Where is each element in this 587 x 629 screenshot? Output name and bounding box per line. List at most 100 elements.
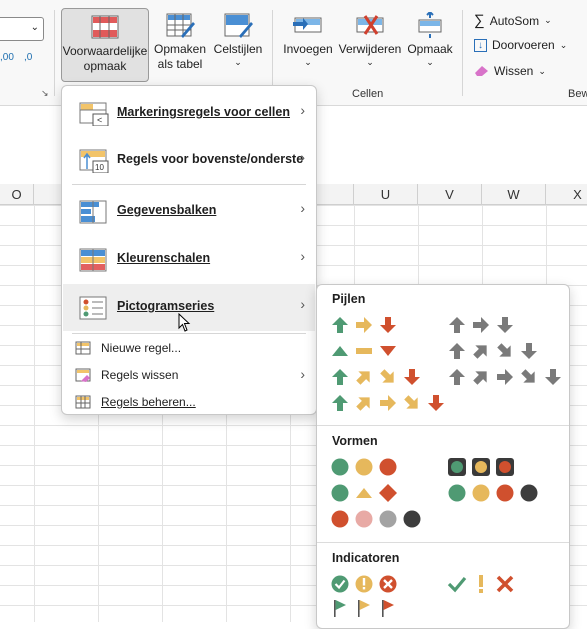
number-format-dropdown[interactable]: ⌄ <box>0 17 44 41</box>
icon-set-4-arrows-gray[interactable] <box>447 341 539 363</box>
autosum-label: AutoSom <box>489 13 540 28</box>
arrow-down-icon <box>545 369 561 385</box>
icon-set-4-arrows-colored[interactable] <box>330 367 422 389</box>
circle-icon <box>472 484 490 502</box>
menu-item-color-scales[interactable]: Kleurenschalen › <box>63 236 315 283</box>
icon-set-3-signs[interactable] <box>330 483 398 505</box>
new-rule-icon <box>75 341 91 355</box>
fill-down-icon: ↓ <box>474 38 487 52</box>
exclamation-circle-icon <box>355 575 373 593</box>
chevron-down-icon: ⌄ <box>304 57 312 67</box>
chevron-right-icon: › <box>300 248 305 264</box>
conditional-formatting-icon <box>91 15 119 39</box>
decrease-decimal-button[interactable]: ,0 <box>24 52 32 63</box>
arrow-down-icon <box>428 395 444 411</box>
menu-item-label: Regels beheren... <box>101 395 196 409</box>
arrow-up-icon <box>332 317 348 333</box>
chevron-right-icon: › <box>300 149 305 165</box>
cells-group-label: Cellen <box>352 88 384 100</box>
column-header-x[interactable]: X <box>546 184 587 205</box>
icon-set-3-arrows-colored[interactable] <box>330 315 398 337</box>
arrow-right-icon <box>473 317 489 333</box>
color-scales-icon <box>79 248 107 272</box>
icon-set-4-traffic-lights[interactable] <box>447 483 539 505</box>
menu-item-label: Markeringsregels voor cellen <box>117 105 290 119</box>
menu-item-label: Pictogramseries <box>117 299 215 313</box>
column-header-o[interactable]: O <box>0 184 34 205</box>
insert-label: Invoegen <box>283 42 333 56</box>
arrow-down-right-icon <box>380 369 394 383</box>
circle-icon <box>496 484 514 502</box>
column-header-w[interactable]: W <box>482 184 546 205</box>
menu-item-new-rule[interactable]: Nieuwe regel... <box>63 335 315 361</box>
circle-icon <box>403 510 421 528</box>
arrow-down-right-icon <box>404 395 418 409</box>
icon-set-5-arrows-gray[interactable] <box>447 367 563 389</box>
flag-icon <box>334 600 346 617</box>
icon-set-3-traffic-lights[interactable] <box>330 457 398 479</box>
menu-item-label: Gegevensbalken <box>117 203 217 217</box>
dialog-launcher-icon[interactable]: ↘ <box>41 88 49 99</box>
menu-item-data-bars[interactable]: Gegevensbalken › <box>63 188 315 235</box>
icon-set-3-arrows-gray[interactable] <box>447 315 515 337</box>
conditional-formatting-button[interactable]: Voorwaardelijke opmaak <box>61 8 149 82</box>
icon-set-3-symbols-circled[interactable] <box>330 574 398 596</box>
increase-decimal-button[interactable]: ,00 <box>0 52 14 63</box>
icon-set-3-triangles[interactable] <box>330 341 398 363</box>
icon-set-3-traffic-lights-rimmed[interactable] <box>447 457 515 479</box>
chevron-down-icon: ⌄ <box>544 15 552 25</box>
arrow-up-icon <box>332 395 348 411</box>
chevron-right-icon: › <box>300 200 305 216</box>
triangle-down-icon <box>380 346 396 356</box>
arrow-down-icon <box>521 343 537 359</box>
insert-cells-button[interactable]: Invoegen ⌄ <box>280 12 336 67</box>
column-header-v[interactable]: V <box>418 184 482 205</box>
cell-styles-button[interactable]: Celstijlen ⌄ <box>212 12 264 67</box>
column-header-u[interactable]: U <box>354 184 418 205</box>
submenu-divider <box>317 542 569 543</box>
format-cells-button[interactable]: Opmaak ⌄ <box>404 10 456 67</box>
menu-item-highlight-cells-rules[interactable]: < Markeringsregels voor cellen › <box>63 90 315 137</box>
submenu-divider <box>317 425 569 426</box>
data-bars-icon <box>79 200 107 224</box>
fill-button[interactable]: ↓ Doorvoeren ⌄ <box>474 38 567 52</box>
menu-item-manage-rules[interactable]: Regels beheren... <box>63 389 315 415</box>
exclamation-icon <box>479 575 483 593</box>
menu-item-top-bottom-rules[interactable]: 10 Regels voor bovenste/onderste › <box>63 137 315 184</box>
icon-set-red-to-black[interactable] <box>330 509 422 531</box>
chevron-down-icon: ⌄ <box>538 65 546 76</box>
delete-cells-button[interactable]: Verwijderen ⌄ <box>338 12 402 67</box>
circle-icon <box>379 510 397 528</box>
check-circle-icon <box>331 575 349 593</box>
clear-label: Wissen <box>494 64 534 78</box>
circle-icon <box>331 458 349 476</box>
format-cells-icon <box>418 10 442 40</box>
eraser-icon <box>475 66 488 76</box>
flag-icon <box>358 600 370 617</box>
cell-styles-icon <box>224 13 253 38</box>
svg-text:<: < <box>97 115 102 125</box>
editing-group-label: Bew <box>568 88 587 100</box>
format-as-table-label2: als tabel <box>157 57 203 71</box>
autosum-button[interactable]: ∑ AutoSom ⌄ <box>474 12 552 29</box>
clear-button[interactable]: Wissen ⌄ <box>474 64 546 78</box>
arrow-up-right-icon <box>473 371 487 385</box>
icon-set-3-symbols[interactable] <box>447 574 515 596</box>
ribbon-divider <box>272 10 273 96</box>
format-as-table-button[interactable]: Opmaken als tabel <box>152 12 208 72</box>
chevron-down-icon: ⌄ <box>30 22 39 33</box>
conditional-formatting-label2: opmaak <box>83 59 127 73</box>
menu-divider <box>72 333 306 334</box>
icon-set-3-flags[interactable] <box>330 598 398 620</box>
svg-text:10: 10 <box>95 163 104 172</box>
icon-set-5-arrows-colored[interactable] <box>330 393 446 415</box>
conditional-formatting-menu: < Markeringsregels voor cellen › 10 Rege… <box>61 85 317 415</box>
delete-label: Verwijderen <box>338 42 402 56</box>
arrow-down-icon <box>497 317 513 333</box>
format-label: Opmaak <box>407 42 453 56</box>
arrow-up-right-icon <box>356 397 370 411</box>
arrow-up-right-icon <box>473 345 487 359</box>
arrow-up-icon <box>449 369 465 385</box>
circle-icon <box>379 458 397 476</box>
menu-item-clear-rules[interactable]: Regels wissen › <box>63 362 315 388</box>
